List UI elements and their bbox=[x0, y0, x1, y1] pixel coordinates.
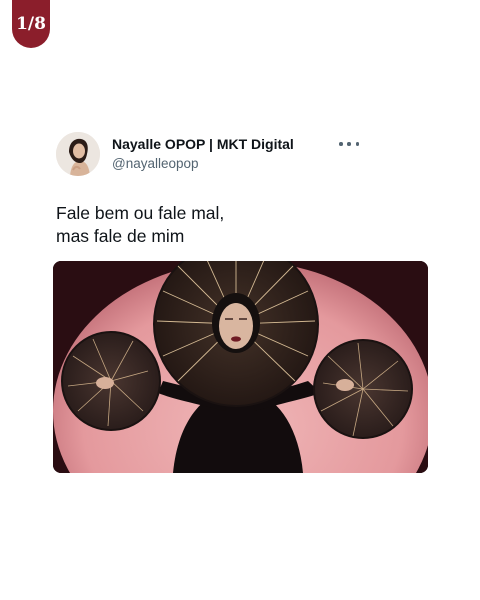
page-indicator: 1/8 bbox=[16, 14, 46, 34]
tweet-text: Fale bem ou fale mal, mas fale de mim bbox=[56, 202, 428, 248]
photo-illustration bbox=[53, 261, 428, 473]
avatar-photo bbox=[56, 132, 100, 176]
author-handle[interactable]: @nayalleopop bbox=[112, 155, 294, 173]
page-indicator-badge: 1/8 bbox=[12, 0, 50, 48]
avatar[interactable] bbox=[56, 132, 100, 176]
tweet-text-line: Fale bem ou fale mal, bbox=[56, 203, 225, 223]
author-name[interactable]: Nayalle OPOP | MKT Digital bbox=[112, 136, 294, 153]
tweet-media-photo[interactable] bbox=[53, 261, 428, 473]
more-options-icon[interactable] bbox=[339, 138, 359, 150]
tweet-author: Nayalle OPOP | MKT Digital @nayalleopop bbox=[112, 136, 294, 173]
tweet-text-line: mas fale de mim bbox=[56, 226, 185, 246]
